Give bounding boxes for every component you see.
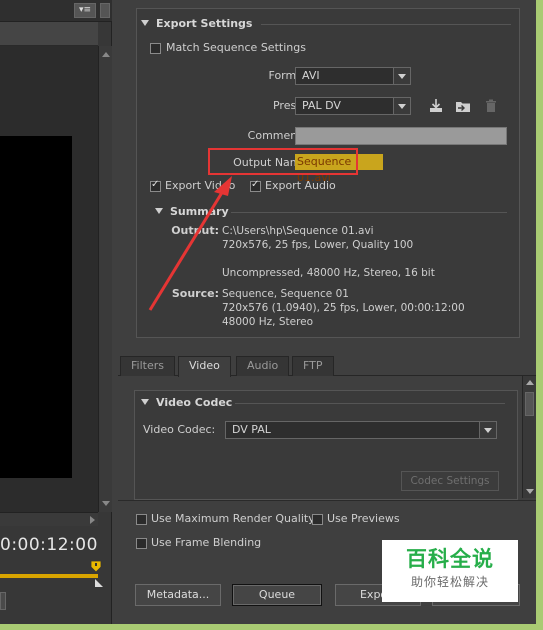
summary-header[interactable]: Summary	[155, 205, 229, 218]
video-codec-label: Video Codec:	[143, 423, 216, 436]
section-title: Video Codec	[156, 396, 233, 409]
settings-scrollbar[interactable]	[522, 376, 536, 498]
export-video-checkbox[interactable]	[150, 179, 161, 192]
scrollbar-thumb[interactable]	[525, 392, 534, 416]
video-codec-header[interactable]: Video Codec	[141, 396, 232, 409]
scroll-down-icon[interactable]	[526, 489, 534, 494]
format-dropdown[interactable]: AVI	[295, 67, 411, 85]
source-preview-panel: ▾≡ 0:00:12:00	[0, 0, 112, 624]
collapse-triangle-icon[interactable]	[155, 208, 163, 214]
import-preset-icon[interactable]	[455, 98, 471, 114]
tab-ftp[interactable]: FTP	[292, 356, 334, 376]
export-settings-header[interactable]: Export Settings	[141, 17, 252, 30]
section-title: Export Settings	[156, 17, 253, 30]
summary-source-key: Source:	[171, 287, 219, 300]
tab-video[interactable]: Video	[178, 356, 231, 377]
preview-vertical-scrollbar[interactable]	[98, 46, 112, 512]
panel-extra-button[interactable]	[100, 3, 110, 18]
divider	[261, 24, 511, 25]
playhead-icon[interactable]	[90, 561, 102, 573]
watermark-subtitle: 助你轻松解决	[410, 575, 489, 589]
preview-horizontal-scrollbar[interactable]	[0, 512, 98, 526]
summary-source-name: Sequence, Sequence 01	[222, 288, 349, 300]
preset-dropdown[interactable]: PAL DV	[295, 97, 411, 115]
use-previews-checkbox[interactable]	[312, 514, 323, 525]
settings-panel: Export Settings Match Sequence Settings …	[118, 0, 536, 624]
format-label: Format:	[268, 69, 311, 82]
scroll-right-icon[interactable]	[90, 516, 95, 524]
divider	[231, 212, 507, 213]
save-preset-icon[interactable]	[428, 98, 444, 114]
delete-preset-icon[interactable]	[483, 98, 499, 114]
watermark-logo: 百科全说 助你轻松解决	[382, 540, 518, 602]
scroll-up-icon[interactable]	[102, 52, 110, 57]
annotation-highlight-box	[208, 148, 358, 175]
frame-blending-checkbox[interactable]	[136, 538, 147, 549]
watermark-title: 百科全说	[406, 547, 494, 571]
summary-source-video: 720x576 (1.0940), 25 fps, Lower, 00:00:1…	[222, 302, 465, 314]
frame-blending-label: Use Frame Blending	[151, 536, 262, 549]
preset-value: PAL DV	[302, 99, 341, 112]
summary-output-key: Output:	[171, 224, 219, 237]
video-codec-dropdown[interactable]: DV PAL	[225, 421, 497, 439]
chevron-down-icon[interactable]	[393, 98, 410, 114]
left-bottom-button[interactable]	[0, 592, 6, 610]
export-video-label: Export Video	[165, 179, 236, 192]
scroll-down-icon[interactable]	[102, 501, 110, 506]
scroll-up-icon[interactable]	[526, 380, 534, 385]
match-sequence-checkbox[interactable]	[150, 43, 161, 54]
divider	[235, 403, 505, 404]
export-settings-window: ▾≡ 0:00:12:00 Export Settings Match Sequ…	[0, 0, 536, 624]
max-render-quality-checkbox[interactable]	[136, 514, 147, 525]
summary-output-audio: Uncompressed, 48000 Hz, Stereo, 16 bit	[222, 267, 435, 279]
video-preview	[0, 46, 98, 512]
settings-tabs: Filters Video Audio FTP	[118, 354, 536, 377]
use-previews-label: Use Previews	[327, 512, 400, 525]
timeline-bar[interactable]	[0, 574, 98, 578]
comments-input[interactable]	[295, 127, 507, 145]
codec-settings-button[interactable]: Codec Settings	[401, 471, 499, 491]
metadata-button[interactable]: Metadata...	[135, 584, 221, 606]
summary-title: Summary	[170, 205, 229, 218]
preset-label: Preset:	[272, 99, 311, 112]
queue-button[interactable]: Queue	[232, 584, 322, 606]
collapse-triangle-icon[interactable]	[141, 399, 149, 405]
divider	[118, 500, 536, 501]
timecode-display: 0:00:12:00	[0, 535, 98, 555]
summary-output-path: C:\Users\hp\Sequence 01.avi	[222, 225, 374, 237]
chevron-down-icon[interactable]	[479, 422, 496, 438]
panel-menu-icon[interactable]: ▾≡	[74, 3, 96, 18]
preview-toolbar: ▾≡	[0, 0, 112, 22]
video-codec-group: Video Codec Video Codec: DV PAL Codec Se…	[134, 390, 518, 500]
tab-filters[interactable]: Filters	[120, 356, 175, 376]
video-codec-value: DV PAL	[232, 423, 271, 436]
preview-subbar	[0, 22, 98, 46]
summary-source-audio: 48000 Hz, Stereo	[222, 316, 314, 328]
export-audio-label: Export Audio	[265, 179, 336, 192]
video-frame	[0, 136, 72, 478]
match-sequence-label: Match Sequence Settings	[166, 41, 306, 54]
format-value: AVI	[302, 69, 320, 82]
max-render-quality-label: Use Maximum Render Quality	[151, 512, 315, 525]
collapse-triangle-icon[interactable]	[141, 20, 149, 26]
export-audio-checkbox[interactable]	[250, 179, 261, 192]
tab-audio[interactable]: Audio	[236, 356, 290, 376]
comments-label: Comments:	[247, 129, 311, 142]
summary-output-video: 720x576, 25 fps, Lower, Quality 100	[222, 239, 414, 251]
chevron-down-icon[interactable]	[393, 68, 410, 84]
out-point-marker-icon[interactable]	[94, 578, 104, 588]
